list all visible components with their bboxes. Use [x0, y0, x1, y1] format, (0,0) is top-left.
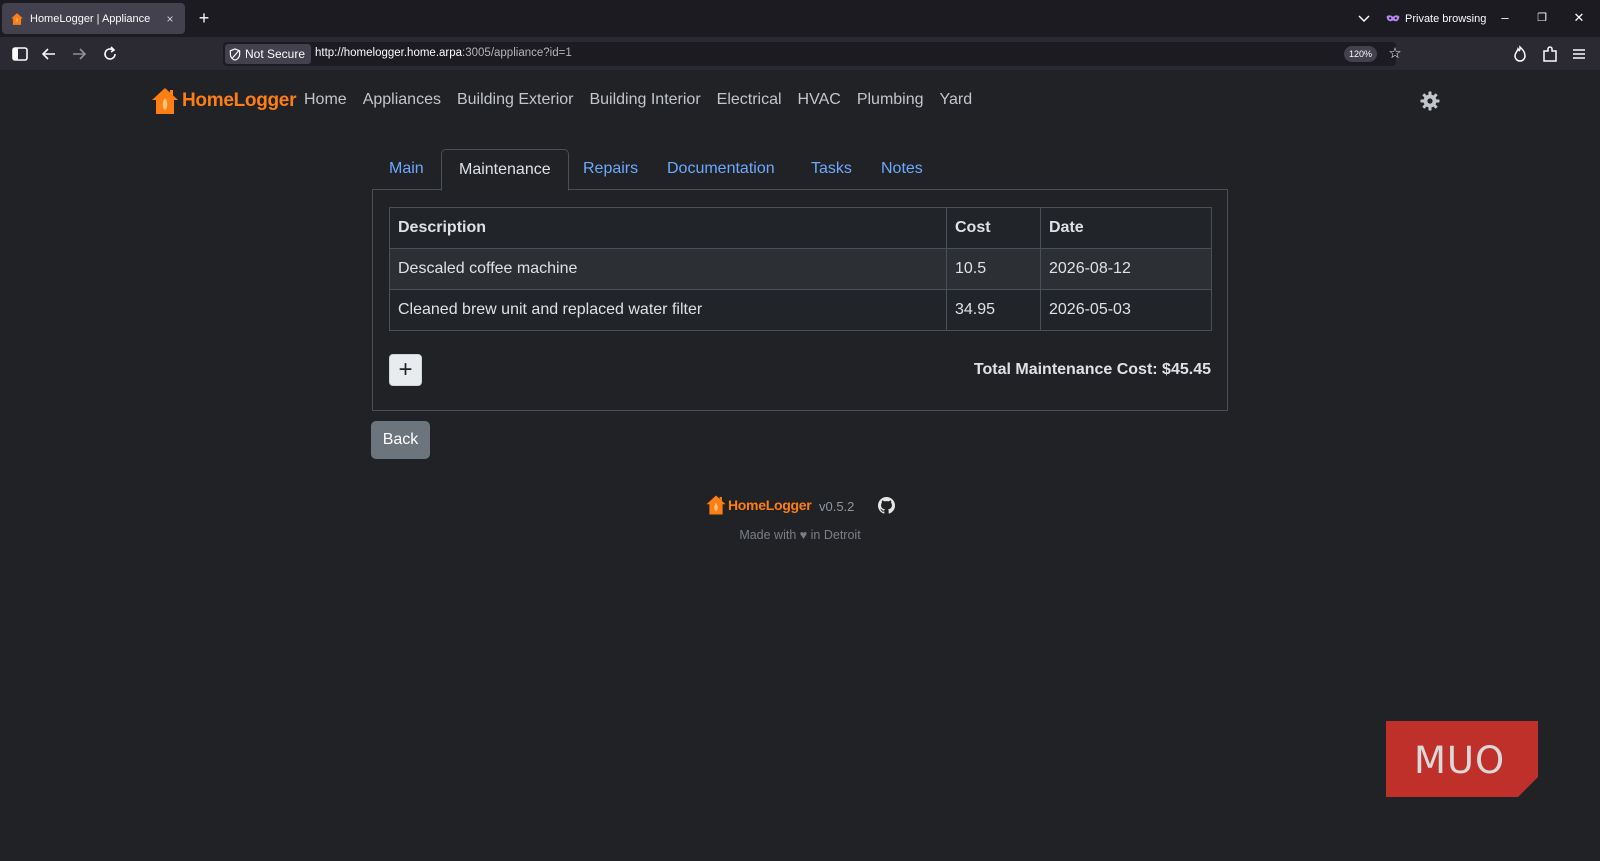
browser-tab[interactable]: HomeLogger | Appliance ×: [2, 3, 185, 34]
private-mask-icon: [1386, 15, 1400, 22]
main-nav: Home Appliances Building Exterior Buildi…: [304, 91, 988, 109]
tab-repairs[interactable]: Repairs: [566, 149, 655, 190]
nav-electrical[interactable]: Electrical: [717, 91, 782, 109]
muo-watermark-logo: MUO: [1386, 721, 1538, 797]
nav-building-interior[interactable]: Building Interior: [589, 91, 700, 109]
footer-brand-name: HomeLogger: [728, 497, 812, 513]
homelogger-favicon-icon: [11, 12, 23, 25]
sidebar-toggle-icon[interactable]: [8, 43, 32, 65]
house-flame-icon: [706, 495, 726, 515]
app-header: HomeLogger Home Appliances Building Exte…: [0, 70, 1600, 134]
made-with-text: Made with ♥ in Detroit: [739, 528, 861, 542]
maintenance-panel: Description Cost Date Descaled coffee ma…: [372, 189, 1228, 411]
security-indicator[interactable]: Not Secure: [225, 44, 312, 64]
nav-yard[interactable]: Yard: [940, 91, 973, 109]
back-button[interactable]: Back: [371, 421, 430, 459]
tab-documentation[interactable]: Documentation: [650, 149, 792, 190]
security-label: Not Secure: [245, 47, 306, 61]
cell-cost: 34.95: [946, 289, 1041, 331]
reload-icon[interactable]: [98, 43, 122, 65]
nav-appliances[interactable]: Appliances: [363, 91, 441, 109]
watermark-corner: [1518, 777, 1538, 797]
tab-tasks[interactable]: Tasks: [794, 149, 869, 190]
nav-home[interactable]: Home: [304, 91, 347, 109]
private-browsing-indicator: Private browsing: [1386, 10, 1486, 28]
new-tab-icon[interactable]: +: [193, 8, 215, 30]
chevron-down-icon[interactable]: [1356, 10, 1372, 26]
close-tab-icon[interactable]: ×: [163, 12, 177, 26]
url-host: http://homelogger.home.arpa: [315, 47, 463, 59]
gear-icon[interactable]: [1420, 91, 1440, 111]
address-bar[interactable]: Not Secure http://homelogger.home.arpa:3…: [223, 42, 1402, 66]
minimize-icon[interactable]: –: [1490, 6, 1520, 30]
total-maintenance-cost: Total Maintenance Cost: $45.45: [973, 361, 1211, 378]
close-window-icon[interactable]: ✕: [1564, 6, 1594, 30]
private-browsing-label: Private browsing: [1405, 13, 1487, 25]
github-icon[interactable]: [878, 497, 895, 514]
bookmark-star-icon[interactable]: ☆: [1386, 45, 1404, 63]
column-header-date[interactable]: Date: [1040, 207, 1212, 249]
tab-maintenance[interactable]: Maintenance: [441, 149, 569, 191]
url-path: :3005/appliance?id=1: [462, 47, 572, 59]
table-row[interactable]: Cleaned brew unit and replaced water fil…: [389, 289, 1212, 331]
firefox-account-icon[interactable]: [1508, 43, 1532, 65]
restore-icon[interactable]: ❐: [1527, 6, 1557, 30]
maintenance-table: Description Cost Date Descaled coffee ma…: [389, 207, 1212, 331]
cell-date: 2026-08-12: [1040, 248, 1212, 290]
watermark-text: MUO: [1414, 739, 1506, 782]
brand-name: HomeLogger: [182, 90, 297, 111]
homelogger-logo[interactable]: HomeLogger: [150, 86, 296, 116]
nav-plumbing[interactable]: Plumbing: [857, 91, 924, 109]
cell-cost: 10.5: [946, 248, 1041, 290]
browser-tab-strip: HomeLogger | Appliance × + Private brows…: [0, 0, 1600, 37]
hamburger-menu-icon[interactable]: [1567, 43, 1591, 65]
browser-toolbar: Not Secure http://homelogger.home.arpa:3…: [0, 37, 1600, 70]
table-header-row: Description Cost Date: [389, 207, 1212, 249]
back-arrow-icon[interactable]: [37, 43, 61, 65]
add-maintenance-button[interactable]: +: [389, 354, 422, 386]
nav-building-exterior[interactable]: Building Exterior: [457, 91, 574, 109]
tab-main[interactable]: Main: [372, 149, 441, 190]
cell-date: 2026-05-03: [1040, 289, 1212, 331]
footer-logo: HomeLogger: [705, 494, 812, 516]
url-text[interactable]: http://homelogger.home.arpa:3005/applian…: [315, 47, 572, 59]
appliance-tabs: Main Maintenance Repairs Documentation T…: [372, 149, 1228, 191]
zoom-level-badge[interactable]: 120%: [1344, 46, 1378, 62]
shield-icon: [229, 47, 241, 61]
cell-description: Cleaned brew unit and replaced water fil…: [389, 289, 947, 331]
app-version: v0.5.2: [819, 499, 855, 514]
column-header-cost[interactable]: Cost: [946, 207, 1041, 249]
house-flame-icon: [152, 88, 178, 114]
forward-arrow-icon[interactable]: [67, 43, 91, 65]
browser-tab-title: HomeLogger | Appliance: [30, 12, 151, 25]
table-row[interactable]: Descaled coffee machine 10.5 2026-08-12: [389, 248, 1212, 290]
cell-description: Descaled coffee machine: [389, 248, 947, 290]
column-header-description[interactable]: Description: [389, 207, 947, 249]
nav-hvac[interactable]: HVAC: [798, 91, 841, 109]
tab-notes[interactable]: Notes: [864, 149, 940, 190]
extensions-icon[interactable]: [1538, 43, 1562, 65]
